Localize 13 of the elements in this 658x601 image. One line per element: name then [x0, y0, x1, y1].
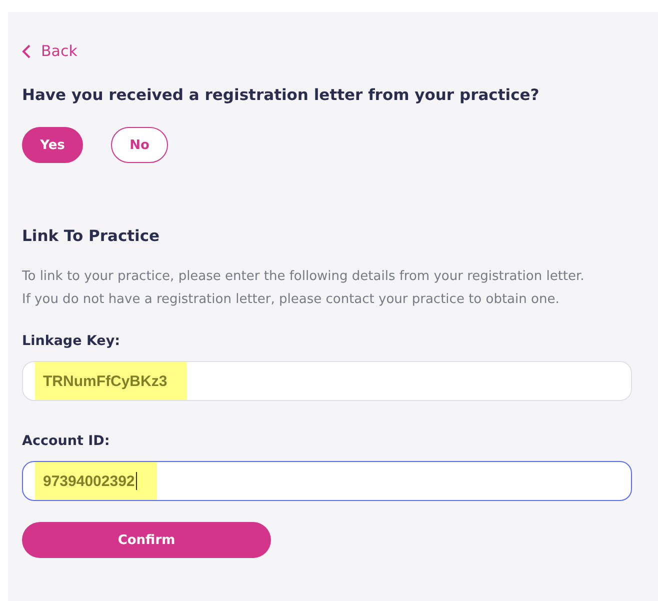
input-field[interactable]: TRNumFfCyBKz3 [22, 361, 632, 401]
section-heading: Link To Practice [22, 227, 161, 245]
description-text: To link to your practice, please enter the following details from your registration letter. [22, 268, 586, 286]
chevron-left-icon [22, 44, 31, 58]
description-text: If you do not have a registration letter, please contact your practice to obtain one. [22, 291, 560, 309]
field-label: Account ID: [22, 433, 111, 449]
question-text: Have you received a registration letter from your practice? [22, 86, 540, 104]
answer-option[interactable]: No [111, 127, 168, 163]
input-field[interactable]: 97394002392 [22, 461, 632, 501]
answer-option[interactable]: Yes [22, 127, 83, 163]
confirm-button[interactable]: Confirm [22, 522, 271, 558]
field-label: Linkage Key: [22, 333, 122, 349]
back-link[interactable]: Back [22, 42, 78, 60]
